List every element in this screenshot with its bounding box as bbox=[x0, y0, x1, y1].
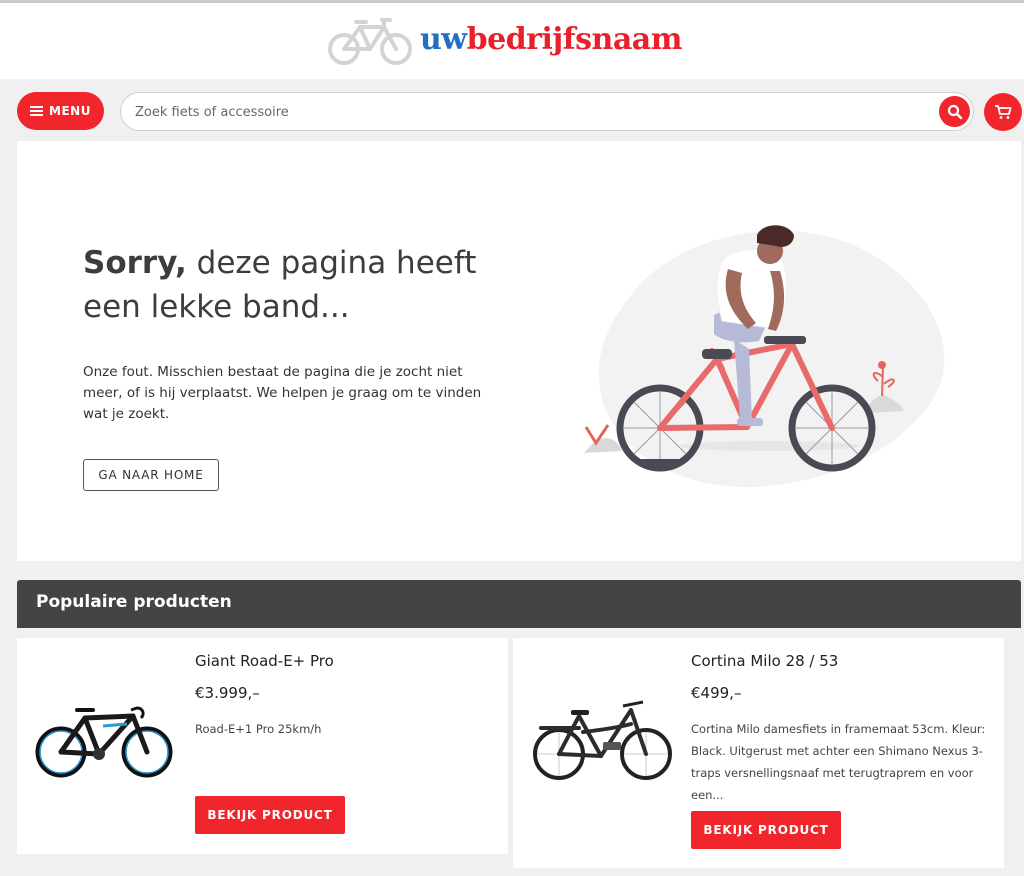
logo-prefix: uw bbox=[420, 22, 467, 57]
flat-tire-illustration bbox=[584, 225, 945, 488]
view-product-button[interactable]: BEKIJK PRODUCT bbox=[195, 796, 345, 834]
error-hero: Sorry, deze pagina heeft een lekke band.… bbox=[17, 141, 1021, 561]
cart-button[interactable] bbox=[984, 93, 1022, 131]
menu-label: MENU bbox=[49, 104, 91, 118]
search-input[interactable] bbox=[135, 102, 915, 122]
product-name[interactable]: Giant Road-E+ Pro bbox=[195, 652, 334, 670]
site-header: uwbedrijfsnaam bbox=[0, 0, 1024, 79]
product-description: Cortina Milo damesfiets in framemaat 53c… bbox=[691, 722, 986, 802]
product-card: Cortina Milo 28 / 53 €499,– Cortina Milo… bbox=[513, 638, 1004, 868]
hamburger-icon bbox=[30, 104, 44, 118]
logo-name: bedrijfsnaam bbox=[466, 22, 683, 57]
title-bold: Sorry, bbox=[83, 245, 187, 281]
search-bar bbox=[120, 92, 974, 131]
page-title: Sorry, deze pagina heeft een lekke band.… bbox=[83, 241, 483, 329]
view-product-button[interactable]: BEKIJK PRODUCT bbox=[691, 811, 841, 849]
product-card: Giant Road-E+ Pro €3.999,– Road-E+1 Pro … bbox=[17, 638, 508, 854]
bicycle-logo-icon bbox=[328, 18, 412, 65]
popular-products-heading: Populaire producten bbox=[17, 580, 1021, 628]
menu-button[interactable]: MENU bbox=[17, 92, 104, 130]
product-price: €3.999,– bbox=[195, 684, 260, 702]
home-button[interactable]: GA NAAR HOME bbox=[83, 459, 219, 491]
logo-text: uwbedrijfsnaam bbox=[420, 25, 682, 55]
road-bike-image bbox=[35, 706, 173, 778]
product-name[interactable]: Cortina Milo 28 / 53 bbox=[691, 652, 838, 670]
product-price: €499,– bbox=[691, 684, 742, 702]
error-message: Onze fout. Misschien bestaat de pagina d… bbox=[83, 364, 482, 422]
city-bike-image bbox=[533, 700, 672, 780]
logo[interactable]: uwbedrijfsnaam bbox=[326, 13, 682, 67]
search-button[interactable] bbox=[939, 96, 970, 127]
cart-icon bbox=[995, 105, 1012, 119]
product-description: Road-E+1 Pro 25km/h bbox=[195, 722, 322, 736]
search-icon bbox=[947, 104, 962, 119]
